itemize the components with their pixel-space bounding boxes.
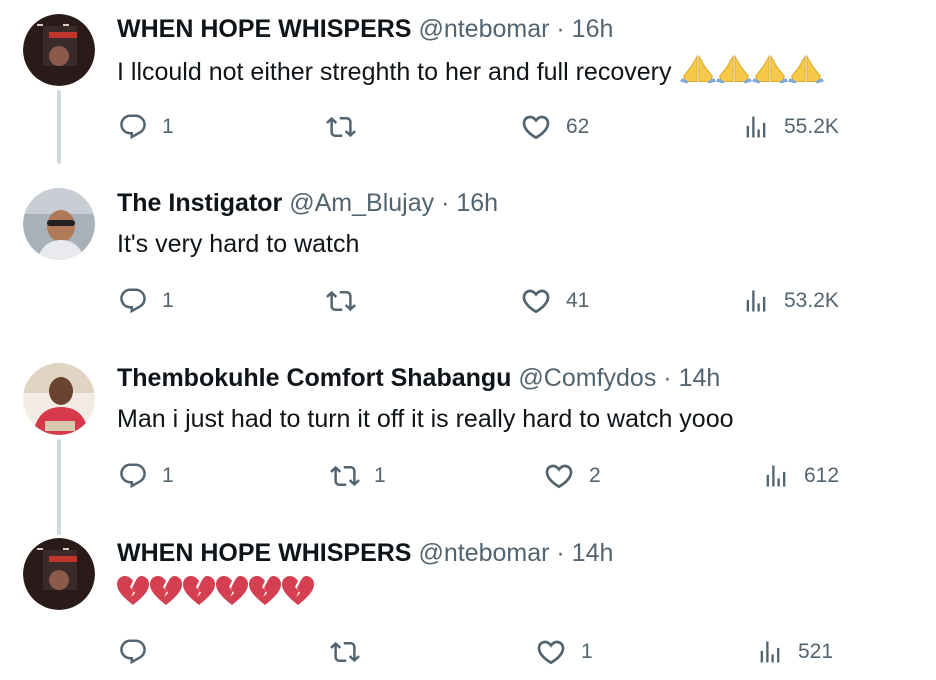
like-count: 1 xyxy=(581,640,593,663)
tweet-text-content: Man i just had to turn it off it is real… xyxy=(117,405,734,433)
like-icon xyxy=(543,460,575,492)
retweet-icon xyxy=(330,461,360,491)
retweet-count: 1 xyxy=(374,464,386,487)
views-icon xyxy=(742,287,770,315)
like-button[interactable]: 2 xyxy=(543,459,601,493)
reply-button[interactable]: 1 xyxy=(118,284,174,318)
views-count: 521 xyxy=(798,640,834,663)
timestamp[interactable]: 16h xyxy=(456,189,498,217)
timestamp[interactable]: 16h xyxy=(572,15,614,43)
avatar[interactable] xyxy=(23,14,95,86)
views-button[interactable]: 521 xyxy=(756,635,833,669)
separator: · xyxy=(663,364,672,392)
timestamp[interactable]: 14h xyxy=(679,364,721,392)
broken-heart-emoji xyxy=(249,576,281,606)
display-name[interactable]: The Instigator xyxy=(117,189,282,217)
reply-icon xyxy=(118,286,148,316)
broken-heart-emoji xyxy=(216,576,248,606)
user-handle[interactable]: @ntebomar xyxy=(418,15,549,43)
pray-emoji xyxy=(788,54,824,84)
like-icon xyxy=(535,636,567,668)
like-button[interactable]: 62 xyxy=(520,110,589,144)
tweet-header: WHEN HOPE WHISPERS @ntebomar · 16h xyxy=(117,14,613,44)
reply-count: 1 xyxy=(162,464,174,487)
display-name[interactable]: Thembokuhle Comfort Shabangu xyxy=(117,364,511,392)
tweet-text-content: It's very hard to watch xyxy=(117,230,360,258)
like-icon xyxy=(520,111,552,143)
tweet-header: The Instigator @Am_Blujay · 16h xyxy=(117,188,498,218)
broken-heart-emoji xyxy=(282,576,314,606)
views-icon xyxy=(756,638,784,666)
retweet-button[interactable]: 1 xyxy=(330,459,386,493)
tweet-text: I llcould not either streghth to her and… xyxy=(117,54,824,92)
views-button[interactable]: 612 xyxy=(762,459,839,493)
display-name[interactable]: WHEN HOPE WHISPERS xyxy=(117,15,411,43)
reply-icon xyxy=(118,637,148,667)
pray-emoji xyxy=(752,54,788,84)
avatar[interactable] xyxy=(23,188,95,260)
like-icon xyxy=(520,285,552,317)
pray-emoji xyxy=(680,54,716,84)
reply-count: 1 xyxy=(162,115,174,138)
user-handle[interactable]: @Comfydos xyxy=(518,364,656,392)
timestamp[interactable]: 14h xyxy=(572,539,614,567)
pray-emoji xyxy=(716,54,752,84)
views-icon xyxy=(742,113,770,141)
retweet-button[interactable] xyxy=(326,284,370,318)
broken-heart-emoji xyxy=(183,576,215,606)
broken-heart-emoji xyxy=(150,576,182,606)
avatar[interactable] xyxy=(23,538,95,610)
like-button[interactable]: 41 xyxy=(520,284,589,318)
views-button[interactable]: 55.2K xyxy=(742,110,839,144)
like-count: 41 xyxy=(566,289,590,312)
views-count: 612 xyxy=(804,464,840,487)
views-count: 53.2K xyxy=(784,289,839,312)
reply-count: 1 xyxy=(162,289,174,312)
retweet-icon xyxy=(330,637,360,667)
avatar[interactable] xyxy=(23,363,95,435)
separator: · xyxy=(556,539,565,567)
retweet-button[interactable] xyxy=(326,110,370,144)
action-bar: 1 521 xyxy=(0,635,936,669)
broken-heart-emoji xyxy=(117,576,149,606)
views-icon xyxy=(762,462,790,490)
tweet-text: It's very hard to watch xyxy=(117,228,359,260)
display-name[interactable]: WHEN HOPE WHISPERS xyxy=(117,539,411,567)
tweet-text xyxy=(117,576,314,608)
tweet-header: WHEN HOPE WHISPERS @ntebomar · 14h xyxy=(117,538,613,568)
tweet-header: Thembokuhle Comfort Shabangu @Comfydos ·… xyxy=(117,363,720,393)
retweet-button[interactable] xyxy=(330,635,374,669)
action-bar: 1 41 53.2K xyxy=(0,284,936,318)
like-count: 62 xyxy=(566,115,590,138)
like-button[interactable]: 1 xyxy=(535,635,593,669)
reply-button[interactable]: 1 xyxy=(118,110,174,144)
reply-button[interactable]: 1 xyxy=(118,459,174,493)
views-button[interactable]: 53.2K xyxy=(742,284,839,318)
views-count: 55.2K xyxy=(784,115,839,138)
user-handle[interactable]: @Am_Blujay xyxy=(289,189,434,217)
like-count: 2 xyxy=(589,464,601,487)
retweet-icon xyxy=(326,112,356,142)
pray-emoji-group xyxy=(680,54,824,92)
broken-heart-emoji-group xyxy=(117,576,314,606)
reply-button[interactable] xyxy=(118,635,162,669)
action-bar: 1 1 2 612 xyxy=(0,459,936,493)
user-handle[interactable]: @ntebomar xyxy=(418,539,549,567)
reply-icon xyxy=(118,112,148,142)
tweet-text-content: I llcould not either streghth to her and… xyxy=(117,58,672,86)
reply-icon xyxy=(118,461,148,491)
tweet-text: Man i just had to turn it off it is real… xyxy=(117,403,734,435)
separator: · xyxy=(441,189,450,217)
separator: · xyxy=(556,15,565,43)
action-bar: 1 62 55.2K xyxy=(0,110,936,144)
retweet-icon xyxy=(326,286,356,316)
